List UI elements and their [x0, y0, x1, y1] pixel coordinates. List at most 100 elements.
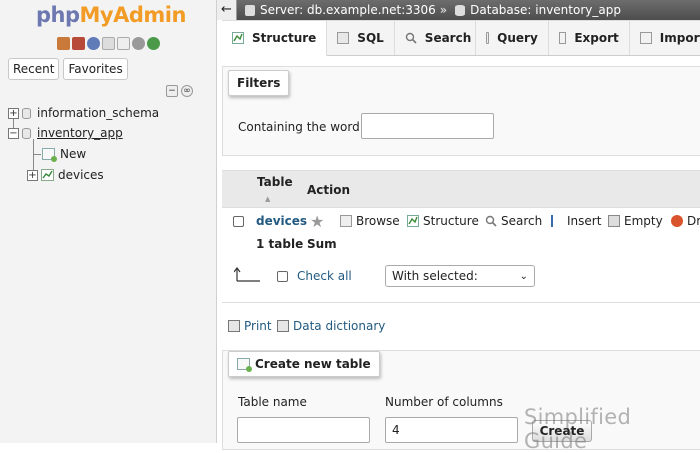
logout-icon[interactable] — [72, 37, 85, 50]
gear-icon[interactable] — [132, 37, 145, 50]
import-icon — [639, 32, 652, 44]
tree-item-new[interactable]: New — [42, 147, 86, 162]
drop-action[interactable]: Dr — [671, 214, 700, 228]
insert-icon — [551, 215, 563, 227]
tab-query[interactable]: Query — [475, 20, 549, 55]
columns-label: Number of columns — [385, 395, 503, 409]
breadcrumb-database[interactable]: Database: inventory_app — [470, 3, 621, 17]
table-name-input[interactable] — [237, 417, 370, 443]
tab-structure[interactable]: Structure — [222, 20, 328, 56]
watermark: Simplified Guide — [524, 405, 632, 453]
chevron-down-icon: ⌄ — [519, 270, 528, 282]
database-icon — [22, 107, 31, 119]
browse-action[interactable]: Browse — [340, 214, 400, 228]
link-icon[interactable]: ∞ — [181, 85, 193, 97]
row-checkbox[interactable] — [233, 216, 244, 227]
action-label: Insert — [567, 214, 602, 228]
action-label: Dr — [687, 214, 700, 228]
expand-icon[interactable]: + — [27, 169, 38, 181]
print-icon — [228, 320, 240, 332]
docs-icon[interactable] — [102, 37, 115, 50]
tree-item-label[interactable]: devices — [58, 168, 104, 182]
column-header-action: Action — [307, 183, 351, 197]
navigation-panel: phpMyAdmin Recent Favorites − ∞ + inform… — [0, 0, 217, 443]
collapse-all-icon[interactable]: − — [166, 85, 178, 97]
check-all-arrow-icon — [233, 266, 260, 282]
sql-icon — [337, 32, 350, 44]
tree-item-devices[interactable]: + devices — [27, 168, 104, 182]
insert-action[interactable]: Insert — [551, 214, 601, 228]
empty-icon — [608, 215, 620, 227]
collapse-icon[interactable]: − — [8, 127, 19, 139]
action-label: Search — [501, 214, 543, 228]
legend-label: Create new table — [255, 357, 371, 371]
table-name-label: Table name — [238, 395, 307, 409]
breadcrumb-separator: » — [439, 3, 448, 17]
columns-input[interactable]: 4 — [385, 417, 518, 443]
dropdown-value: With selected: — [392, 269, 478, 283]
column-header-table[interactable]: Table — [257, 175, 293, 189]
breadcrumb-server[interactable]: Server: db.example.net:3306 — [260, 3, 436, 17]
filter-label: Containing the word: — [238, 120, 364, 134]
main-tabs: Structure SQL Search Query Export Import — [222, 20, 700, 56]
expand-icon[interactable]: + — [8, 107, 19, 119]
sql-docs-icon[interactable] — [117, 37, 130, 50]
tab-export[interactable]: Export — [548, 20, 630, 55]
database-icon — [22, 127, 31, 139]
search-action[interactable]: Search — [485, 214, 542, 228]
tree-line — [33, 154, 41, 155]
breadcrumb: ← Server: db.example.net:3306 » Database… — [217, 0, 700, 20]
tree-item-label[interactable]: New — [60, 147, 86, 161]
new-table-icon — [42, 148, 57, 162]
filter-input[interactable] — [361, 113, 494, 139]
tab-label: Structure — [252, 31, 317, 45]
back-arrow-icon[interactable]: ← — [217, 0, 237, 20]
browse-icon — [340, 215, 352, 227]
structure-action[interactable]: Structure — [407, 214, 479, 228]
action-label: Browse — [356, 214, 400, 228]
tab-search[interactable]: Search — [394, 20, 476, 55]
tab-label: Import — [659, 31, 700, 45]
reload-icon[interactable] — [147, 37, 160, 50]
tree-item-information-schema[interactable]: + information_schema — [8, 106, 159, 120]
action-label: Structure — [423, 214, 479, 228]
new-table-icon — [237, 358, 252, 372]
nav-icon-row — [57, 37, 160, 50]
link-label: Data dictionary — [293, 319, 386, 333]
tree-item-label[interactable]: inventory_app — [37, 126, 123, 140]
favorite-star-icon[interactable]: ★ — [310, 212, 324, 231]
export-icon — [558, 32, 567, 44]
logo-myadmin: MyAdmin — [79, 3, 187, 27]
logo-php: php — [36, 3, 80, 27]
check-all-label[interactable]: Check all — [297, 269, 352, 283]
search-icon — [405, 32, 417, 44]
tab-sql[interactable]: SQL — [327, 20, 395, 55]
check-all-checkbox[interactable] — [277, 271, 288, 282]
query-icon — [485, 32, 490, 44]
tab-label: Search — [424, 31, 472, 45]
tab-label: Export — [574, 31, 619, 45]
help-icon[interactable] — [87, 37, 100, 50]
home-icon[interactable] — [57, 37, 70, 50]
data-dictionary-link[interactable]: Data dictionary — [277, 319, 385, 333]
filters-title: Filters — [228, 70, 290, 96]
tab-label: SQL — [357, 31, 384, 45]
divider — [222, 302, 700, 303]
tree-item-label[interactable]: information_schema — [37, 106, 159, 120]
phpmyadmin-logo[interactable]: phpMyAdmin — [36, 3, 186, 27]
database-icon — [455, 4, 466, 16]
tree-controls: − ∞ — [166, 85, 193, 97]
tree-item-inventory-app[interactable]: − inventory_app — [8, 126, 123, 140]
table-name-link[interactable]: devices — [256, 214, 307, 228]
favorites-button[interactable]: Favorites — [63, 58, 128, 80]
server-icon — [245, 4, 255, 16]
print-link[interactable]: Print — [228, 319, 272, 333]
recent-button[interactable]: Recent — [8, 58, 60, 80]
empty-action[interactable]: Empty — [608, 214, 663, 228]
with-selected-dropdown[interactable]: With selected: ⌄ — [385, 265, 535, 287]
link-label: Print — [244, 319, 272, 333]
action-label: Empty — [624, 214, 663, 228]
tab-import[interactable]: Import — [629, 20, 700, 55]
create-table-title: Create new table — [228, 351, 380, 377]
sort-icon[interactable]: ▲ — [265, 195, 270, 203]
